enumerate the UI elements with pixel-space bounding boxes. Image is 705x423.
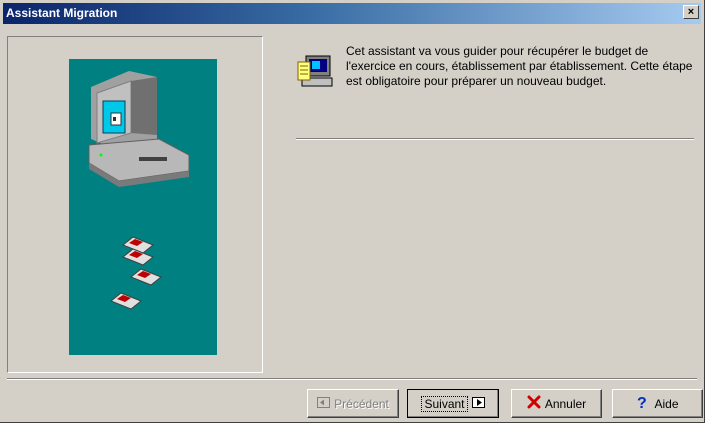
wizard-image-panel	[7, 36, 263, 373]
window-title: Assistant Migration	[6, 6, 118, 20]
close-icon: ×	[687, 6, 695, 18]
cancel-button[interactable]: Annuler	[511, 389, 602, 418]
wizard-message: Cet assistant va vous guider pour récupé…	[346, 44, 693, 88]
close-button[interactable]: ×	[683, 5, 699, 19]
cancel-x-icon	[527, 395, 541, 412]
arrow-left-icon	[317, 396, 331, 411]
arrow-right-icon	[471, 396, 485, 411]
button-bar-divider	[7, 378, 697, 380]
content-divider	[296, 138, 694, 140]
cancel-button-label: Annuler	[544, 396, 587, 411]
help-question-icon: ?	[636, 394, 650, 413]
help-button[interactable]: ? Aide	[612, 389, 703, 418]
previous-button-label: Précédent	[334, 396, 389, 411]
next-button-label: Suivant	[421, 395, 468, 412]
computer-illustration	[69, 59, 217, 355]
help-button-label: Aide	[654, 396, 679, 411]
wizard-window: Assistant Migration × Cet assistant va v…	[0, 0, 705, 423]
svg-text:?: ?	[637, 395, 647, 410]
title-bar[interactable]: Assistant Migration ×	[3, 3, 701, 24]
next-button[interactable]: Suivant	[407, 389, 499, 418]
previous-button[interactable]: Précédent	[307, 389, 399, 418]
wizard-icon	[297, 55, 333, 87]
